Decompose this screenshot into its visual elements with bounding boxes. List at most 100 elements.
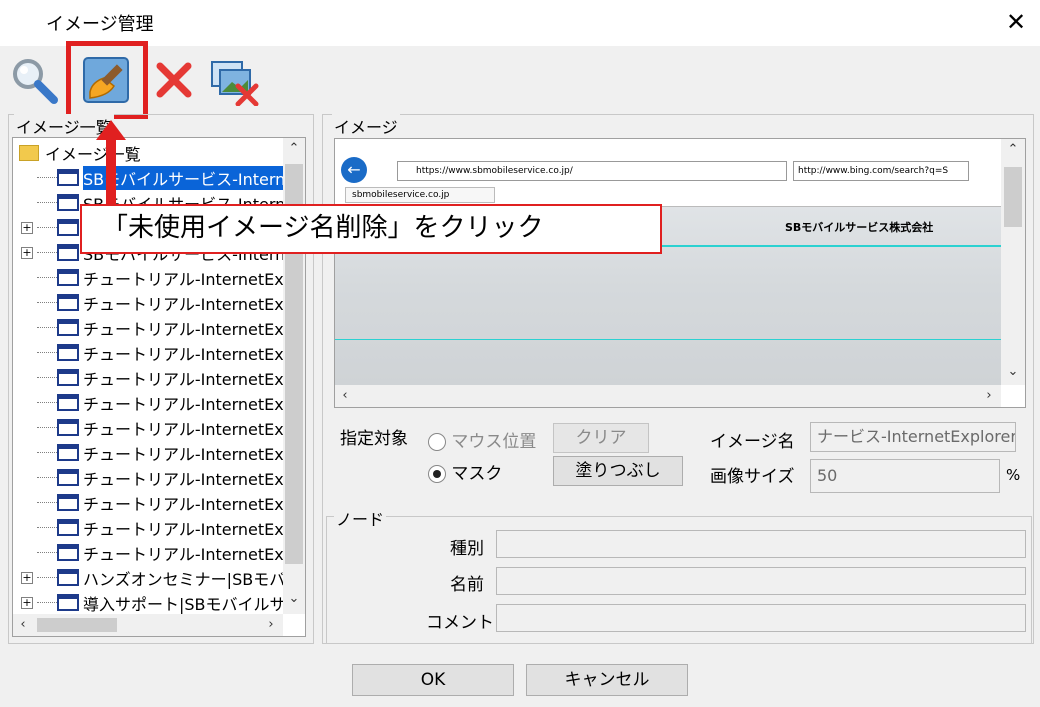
tree-item[interactable]: チュートリアル-InternetExplorer <box>13 415 283 440</box>
delete-image-button[interactable] <box>208 54 260 107</box>
tree-connector <box>37 352 57 353</box>
tree-connector <box>37 177 57 178</box>
expand-icon[interactable]: + <box>21 246 33 259</box>
tree-connector <box>37 302 57 303</box>
image-delete-icon <box>211 61 259 107</box>
window-image-icon <box>57 219 79 236</box>
image-preview[interactable]: ← https://www.sbmobileservice.co.jp/ htt… <box>334 138 1026 408</box>
image-size-field[interactable]: 50 <box>810 459 1000 493</box>
tree-connector <box>37 202 57 203</box>
expand-icon[interactable]: + <box>21 596 33 609</box>
radio-mask[interactable]: マスク <box>428 459 502 484</box>
preview-hscrollbar[interactable]: ‹ › <box>335 385 1001 407</box>
preview-vscroll-thumb[interactable] <box>1004 167 1022 227</box>
browser-chrome: ← https://www.sbmobileservice.co.jp/ htt… <box>335 139 1001 207</box>
tree-connector <box>37 502 57 503</box>
tree-item[interactable]: チュートリアル-InternetExplorer <box>13 365 283 390</box>
tree-connector <box>37 577 57 578</box>
tree-item-label: チュートリアル-InternetExplorer <box>83 469 283 489</box>
scroll-right-icon[interactable]: › <box>261 614 281 636</box>
ok-button[interactable]: OK <box>352 664 514 696</box>
scroll-down-icon[interactable]: ⌄ <box>283 588 305 610</box>
tree-item[interactable]: チュートリアル-InternetExplorer <box>13 515 283 540</box>
tree-item[interactable]: チュートリアル-InternetExplorer <box>13 315 283 340</box>
image-name-field[interactable]: ナービス-InternetExplorer <box>810 422 1016 452</box>
tree-hscrollbar[interactable]: ‹ › <box>13 614 283 636</box>
callout-arrow-icon <box>96 120 126 212</box>
tree-item[interactable]: チュートリアル-InternetExplorer <box>13 490 283 515</box>
delete-button[interactable] <box>148 54 200 106</box>
tree-connector <box>37 227 57 228</box>
magnifier-icon <box>13 59 58 104</box>
tree-connector <box>37 477 57 478</box>
preview-vscrollbar[interactable]: ⌃ ⌄ <box>1001 139 1025 385</box>
type-label: 種別 <box>450 539 484 559</box>
mask-line <box>335 339 1001 340</box>
tree-hscroll-thumb[interactable] <box>37 618 117 632</box>
image-size-label: 画像サイズ <box>710 467 795 487</box>
tree-root[interactable]: イメージ一覧 <box>13 140 283 165</box>
tree-connector <box>37 377 57 378</box>
clear-button[interactable]: クリア <box>553 423 649 453</box>
type-field[interactable] <box>496 530 1026 558</box>
captured-screenshot: ← https://www.sbmobileservice.co.jp/ htt… <box>335 139 1001 385</box>
window-image-icon <box>57 319 79 336</box>
tree-item[interactable]: チュートリアル-InternetExplorer <box>13 440 283 465</box>
window-image-icon <box>57 169 79 186</box>
window-image-icon <box>57 444 79 461</box>
address-bar: https://www.sbmobileservice.co.jp/ <box>397 161 787 181</box>
tree-item-label: チュートリアル-InternetExplorer <box>83 519 283 539</box>
expand-icon[interactable]: + <box>21 221 33 234</box>
tree-item-label: チュートリアル-InternetExplorer <box>83 294 283 314</box>
tree-item-label: チュートリアル-InternetExplorer <box>83 444 283 464</box>
scroll-up-icon[interactable]: ⌃ <box>1001 139 1025 161</box>
scroll-down-icon[interactable]: ⌄ <box>1001 361 1025 383</box>
radio-mouse-position[interactable]: マウス位置 <box>428 427 536 452</box>
tree-item[interactable]: + 導入サポート|SBモバイルサービス <box>13 590 283 615</box>
tree-item[interactable]: + ハンズオンセミナー|SBモバイルサービス <box>13 565 283 590</box>
window-image-icon <box>57 369 79 386</box>
scroll-left-icon[interactable]: ‹ <box>335 385 355 407</box>
fill-button[interactable]: 塗りつぶし <box>553 456 683 486</box>
tree-item-label: チュートリアル-InternetExplorer <box>83 344 283 364</box>
tree-connector <box>37 527 57 528</box>
tree-item-label: チュートリアル-InternetExplorer <box>83 494 283 514</box>
tree-connector <box>37 427 57 428</box>
comment-label: コメント <box>426 613 494 633</box>
tree-item[interactable]: チュートリアル-InternetExplorer <box>13 290 283 315</box>
tree-item[interactable]: チュートリアル-InternetExplorer <box>13 265 283 290</box>
tree-connector <box>37 277 57 278</box>
tree-item-label: イメージ一覧 <box>45 144 141 164</box>
image-group-label: イメージ <box>332 114 400 138</box>
search-bar: http://www.bing.com/search?q=S <box>793 161 969 181</box>
search-image-button[interactable] <box>8 54 60 106</box>
back-arrow-icon: ← <box>341 157 367 183</box>
window-image-icon <box>57 569 79 586</box>
window-image-icon <box>57 294 79 311</box>
tree-connector <box>37 452 57 453</box>
tree-item-label: チュートリアル-InternetExplorer <box>83 369 283 389</box>
tree-item[interactable]: チュートリアル-InternetExplorer <box>13 390 283 415</box>
scroll-right-icon[interactable]: › <box>979 385 999 407</box>
scroll-up-icon[interactable]: ⌃ <box>283 138 305 160</box>
close-button[interactable]: ✕ <box>1000 6 1032 38</box>
window-image-icon <box>57 269 79 286</box>
window-title: イメージ管理 <box>46 14 154 35</box>
expand-icon[interactable]: + <box>21 571 33 584</box>
tree-item[interactable]: チュートリアル-InternetExplorer <box>13 465 283 490</box>
name-field[interactable] <box>496 567 1026 595</box>
radio-selected-icon <box>428 465 446 483</box>
radio-icon <box>428 433 446 451</box>
scroll-left-icon[interactable]: ‹ <box>13 614 33 636</box>
comment-field[interactable] <box>496 604 1026 632</box>
window-image-icon <box>57 244 79 261</box>
window-image-icon <box>57 394 79 411</box>
window-image-icon <box>57 594 79 611</box>
tree-item[interactable]: SBモバイルサービス-InternetExplorer <box>13 165 283 190</box>
cancel-button[interactable]: キャンセル <box>526 664 688 696</box>
node-group-label: ノード <box>334 506 387 530</box>
tree-item[interactable]: チュートリアル-InternetExplorer <box>13 340 283 365</box>
tree-connector <box>37 252 57 253</box>
tree-item-label: チュートリアル-InternetExplorer <box>83 319 283 339</box>
tree-item[interactable]: チュートリアル-InternetExplorer <box>13 540 283 565</box>
